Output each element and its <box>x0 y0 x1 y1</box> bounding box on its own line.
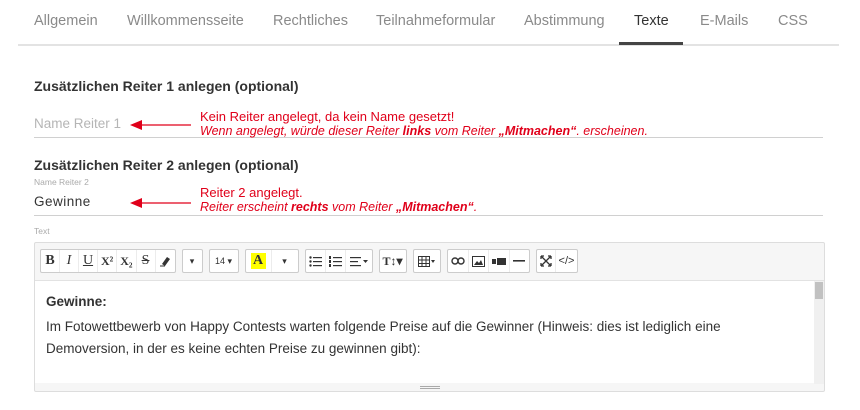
table-icon[interactable] <box>414 250 440 272</box>
align-icon[interactable] <box>346 250 372 272</box>
font-family-dropdown[interactable]: ▾ <box>181 249 203 273</box>
unordered-list-icon[interactable] <box>306 250 326 272</box>
tab2-annotation: Reiter 2 angelegt. Reiter erscheint rech… <box>200 185 477 215</box>
tab1-section-title: Zusätzlichen Reiter 1 anlegen (optional) <box>34 78 299 94</box>
horizontal-rule-icon[interactable] <box>510 250 529 272</box>
color-group: A ▾ <box>244 249 299 273</box>
tab-abstimmung[interactable]: Abstimmung <box>524 13 605 29</box>
editor-content[interactable]: Gewinne: Im Fotowettbewerb von Happy Con… <box>35 280 824 384</box>
tab1-annotation-line2: Wenn angelegt, würde dieser Reiter links… <box>200 124 648 138</box>
tab-e-mails[interactable]: E-Mails <box>700 13 748 29</box>
view-group: </> <box>535 249 579 273</box>
italic-button[interactable]: I <box>60 250 79 272</box>
text-field-label: Text <box>34 226 50 236</box>
tab-texte[interactable]: Texte <box>634 13 669 29</box>
tab-teilnahmeformular[interactable]: Teilnahmeformular <box>376 13 495 29</box>
content-line-2: Demoversion, in der es keine echten Prei… <box>46 341 421 356</box>
color-dropdown[interactable]: ▾ <box>272 250 298 272</box>
tab2-name-label: Name Reiter 2 <box>34 177 89 187</box>
font-size-dropdown[interactable]: 14 ▾ <box>208 249 239 273</box>
line-height-group: T↕▾ <box>378 249 407 273</box>
paragraph-group <box>304 249 373 273</box>
font-style-group: B I U X² X₂ S <box>40 249 176 273</box>
underline-button[interactable]: U <box>79 250 98 272</box>
editor-resize-handle[interactable] <box>35 383 824 391</box>
tab1-name-input[interactable]: Name Reiter 1 <box>34 116 121 131</box>
editor-toolbar: B I U X² X₂ S ▾ 14 ▾ A ▾ T↕▾ </> <box>40 249 584 275</box>
tab-rechtliches[interactable]: Rechtliches <box>273 13 348 29</box>
fullscreen-icon[interactable] <box>537 250 556 272</box>
tab2-input-underline <box>34 215 823 216</box>
color-a-icon: A <box>250 253 266 269</box>
strikethrough-button[interactable]: S <box>137 250 156 272</box>
scrollbar-thumb[interactable] <box>815 282 823 299</box>
eraser-icon[interactable] <box>156 250 175 272</box>
link-icon[interactable] <box>448 250 469 272</box>
superscript-button[interactable]: X² <box>98 250 118 272</box>
settings-tabs: Allgemein Willkommensseite Rechtliches T… <box>18 0 839 46</box>
tab1-annotation: Kein Reiter angelegt, da kein Name geset… <box>200 109 648 139</box>
rich-text-editor: B I U X² X₂ S ▾ 14 ▾ A ▾ T↕▾ </> Gewinne… <box>34 242 825 392</box>
tab2-annotation-line2: Reiter erscheint rechts vom Reiter „Mitm… <box>200 200 478 214</box>
content-line-1: Im Fotowettbewerb von Happy Contests war… <box>46 319 721 334</box>
tab2-name-input[interactable]: Gewinne <box>34 194 91 209</box>
image-icon[interactable] <box>469 250 489 272</box>
chevron-down-icon: ▾ <box>189 255 195 266</box>
code-view-icon[interactable]: </> <box>556 250 578 272</box>
ordered-list-icon[interactable] <box>326 250 346 272</box>
tab2-annotation-line1: Reiter 2 angelegt. <box>200 185 303 200</box>
tab2-section-title: Zusätzlichen Reiter 2 anlegen (optional) <box>34 157 299 173</box>
subscript-button[interactable]: X₂ <box>117 250 137 272</box>
annotation-arrow-2 <box>130 198 191 208</box>
text-color-button[interactable]: A <box>246 250 272 272</box>
content-heading: Gewinne: <box>46 294 107 309</box>
bold-button[interactable]: B <box>41 250 60 272</box>
text-height-icon[interactable]: T↕▾ <box>380 250 406 272</box>
tab-allgemein[interactable]: Allgemein <box>34 13 98 29</box>
annotation-arrow-1 <box>130 120 191 130</box>
font-size-value: 14 ▾ <box>215 255 233 267</box>
tab-css[interactable]: CSS <box>778 13 808 29</box>
table-group <box>412 249 441 273</box>
editor-scrollbar[interactable] <box>814 281 824 384</box>
insert-group <box>446 249 530 273</box>
video-icon[interactable] <box>489 250 510 272</box>
tab1-annotation-line1: Kein Reiter angelegt, da kein Name geset… <box>200 109 455 124</box>
tab-willkommensseite[interactable]: Willkommensseite <box>127 13 244 29</box>
active-tab-indicator <box>619 42 683 45</box>
resize-grip-icon <box>420 386 440 389</box>
